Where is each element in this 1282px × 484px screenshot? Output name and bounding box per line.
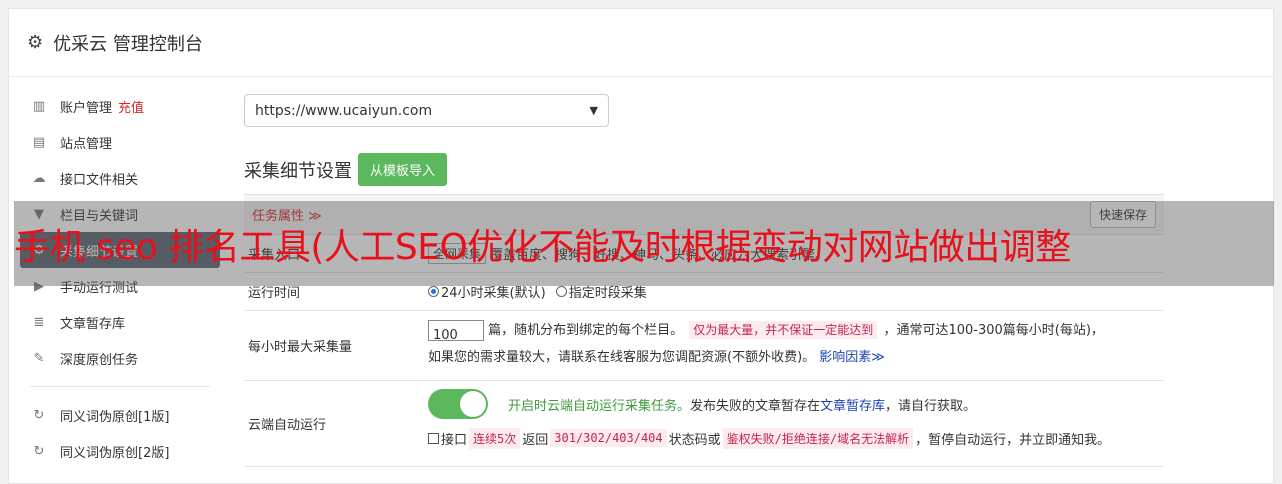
sidebar-item-label: 同义词伪原创[1版] (60, 409, 170, 425)
radio-dot-checked (428, 286, 439, 297)
import-template-button[interactable]: 从模板导入 (358, 153, 448, 186)
bar-chart-icon: ▥ (32, 98, 46, 114)
sidebar-item-article-store[interactable]: ≣ 文章暂存库 (20, 304, 220, 340)
sidebar-item-sites[interactable]: ▤ 站点管理 (20, 124, 220, 160)
server-icon: ▤ (32, 134, 46, 150)
tag-errors: 鉴权失败/拒绝连接/域名无法解析 (722, 427, 914, 449)
site-select[interactable]: https://www.ucaiyun.com ▼ (244, 94, 609, 127)
page-title: 优采云 管理控制台 (53, 33, 203, 55)
section-header: 采集细节设置 从模板导入 (244, 153, 1164, 186)
row-label: 云端自动运行 (248, 418, 327, 433)
row-value: 100 篇，随机分布到绑定的每个栏目。 仅为最大量，并不保证一定能达到 ，通常可… (428, 311, 1164, 380)
cloud-green-text: 开启时云端自动运行采集任务。 (508, 398, 691, 414)
recharge-link[interactable]: 充值 (118, 97, 144, 116)
max-note-tag: 仅为最大量，并不保证一定能达到 (689, 321, 878, 339)
cloud-text4: 状态码或 (668, 432, 721, 448)
cloud-upload-icon: ☁ (32, 170, 46, 186)
chk-label: 接口 (441, 432, 468, 448)
sidebar-divider (30, 386, 210, 387)
cloud-text1: 发布失败的文章暂存在 (690, 398, 821, 414)
refresh-icon: ↻ (33, 443, 45, 459)
cloud-text2: ，请自行获取。 (885, 398, 977, 414)
site-select-value: https://www.ucaiyun.com (255, 102, 433, 119)
row-label: 每小时最大采集量 (248, 340, 353, 355)
section-title: 采集细节设置 (244, 160, 352, 182)
toggle-knob (460, 391, 486, 417)
gear-icon: ⚙ (27, 32, 44, 53)
sidebar-item-label: 文章暂存库 (60, 316, 126, 332)
max-per-hour-input[interactable]: 100 (428, 320, 484, 343)
sidebar-item-interface[interactable]: ☁ 接口文件相关 (20, 160, 220, 196)
sidebar-item-label: 站点管理 (60, 136, 113, 152)
chevron-down-icon: ▼ (589, 104, 598, 117)
overlay-banner-text: 手机 seo 排名工具(人工SEO优化不能及时根据变动对网站做出调整 (14, 226, 1071, 268)
cloud-auto-run-toggle[interactable] (428, 389, 488, 419)
sidebar-item-account[interactable]: ▥ 账户管理 充值 (20, 88, 220, 124)
sidebar-item-synonym-v1[interactable]: ↻ 同义词伪原创[1版] (20, 397, 220, 433)
factors-link[interactable]: 影响因素≫ (819, 350, 885, 365)
article-store-link[interactable]: 文章暂存库 (820, 395, 885, 414)
table-row: 云端自动运行 开启时云端自动运行采集任务。 发布失败的文章暂存在 文章暂存库 ，… (244, 381, 1164, 467)
refresh-icon: ↻ (33, 407, 45, 423)
sidebar-item-label: 接口文件相关 (60, 172, 139, 188)
overlay-banner: 手机 seo 排名工具(人工SEO优化不能及时根据变动对网站做出调整 (14, 201, 1274, 286)
sidebar-item-label: 账户管理 (60, 100, 113, 116)
radio-dot (555, 286, 567, 297)
pause-checkbox[interactable] (428, 432, 439, 444)
tag-status-codes: 301/302/403/404 (550, 429, 667, 447)
tag-consecutive: 连续5次 (469, 427, 521, 449)
table-row: 每小时最大采集量 100 篇，随机分布到绑定的每个栏目。 仅为最大量，并不保证一… (244, 311, 1164, 381)
cloud-text5: ，暂停自动运行，并立即通知我。 (915, 432, 1111, 448)
max-text1: 篇，随机分布到绑定的每个栏目。 (488, 323, 684, 338)
sidebar-item-label: 深度原创任务 (60, 352, 139, 368)
page-header: ⚙ 优采云 管理控制台 (9, 9, 1273, 77)
sidebar-item-deep-original[interactable]: ✎ 深度原创任务 (20, 340, 220, 376)
sidebar-item-label: 同义词伪原创[2版] (60, 445, 170, 461)
cloud-text3: 返回 (522, 432, 549, 448)
database-icon: ≣ (33, 314, 45, 330)
max-text2: ，通常可达100-300篇每小时(每站)， (883, 323, 1104, 338)
edit-icon: ✎ (33, 350, 45, 366)
max-text3: 如果您的需求量较大，请联系在线客服为您调配资源(不额外收费)。 (428, 350, 816, 365)
row-value: 开启时云端自动运行采集任务。 发布失败的文章暂存在 文章暂存库 ，请自行获取。 … (428, 381, 1164, 466)
sidebar-item-synonym-v2[interactable]: ↻ 同义词伪原创[2版] (20, 433, 220, 469)
